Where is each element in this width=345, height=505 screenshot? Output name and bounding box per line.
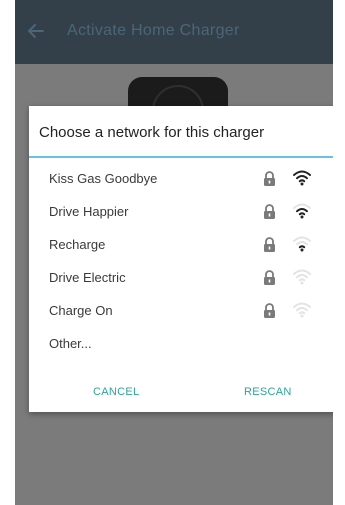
network-name: Charge On <box>49 303 113 318</box>
wifi-signal-icon <box>293 302 311 318</box>
lock-icon <box>264 270 275 285</box>
dialog-divider <box>29 156 333 158</box>
rescan-button[interactable]: RESCAN <box>244 386 292 398</box>
network-name: Other... <box>49 336 92 351</box>
wifi-signal-icon <box>293 236 311 252</box>
network-dialog: Choose a network for this charger Kiss G… <box>29 106 333 412</box>
network-name: Drive Happier <box>49 204 129 219</box>
network-name: Drive Electric <box>49 270 126 285</box>
app-bar: Activate Home Charger <box>15 0 333 64</box>
network-name: Kiss Gas Goodbye <box>49 171 158 186</box>
network-item[interactable]: Drive Electric <box>29 261 333 294</box>
screen: Activate Home Charger Choose a network f… <box>15 0 333 505</box>
cancel-button[interactable]: CANCEL <box>93 386 139 398</box>
lock-icon <box>264 237 275 252</box>
network-item[interactable]: Charge On <box>29 294 333 327</box>
network-item[interactable]: Kiss Gas Goodbye <box>29 162 333 195</box>
network-item[interactable]: Recharge <box>29 228 333 261</box>
network-list: Kiss Gas Goodbye Drive Happier Recharge … <box>29 162 333 360</box>
network-item-other[interactable]: Other... <box>29 327 333 360</box>
arrow-left-icon[interactable] <box>27 22 45 40</box>
lock-icon <box>264 171 275 186</box>
lock-icon <box>264 204 275 219</box>
network-item[interactable]: Drive Happier <box>29 195 333 228</box>
dialog-actions: CANCEL RESCAN <box>29 382 333 406</box>
dialog-title: Choose a network for this charger <box>39 124 265 141</box>
lock-icon <box>264 303 275 318</box>
app-bar-title: Activate Home Charger <box>67 22 240 39</box>
wifi-signal-icon <box>293 170 311 186</box>
network-name: Recharge <box>49 237 106 252</box>
wifi-signal-icon <box>293 203 311 219</box>
wifi-signal-icon <box>293 269 311 285</box>
